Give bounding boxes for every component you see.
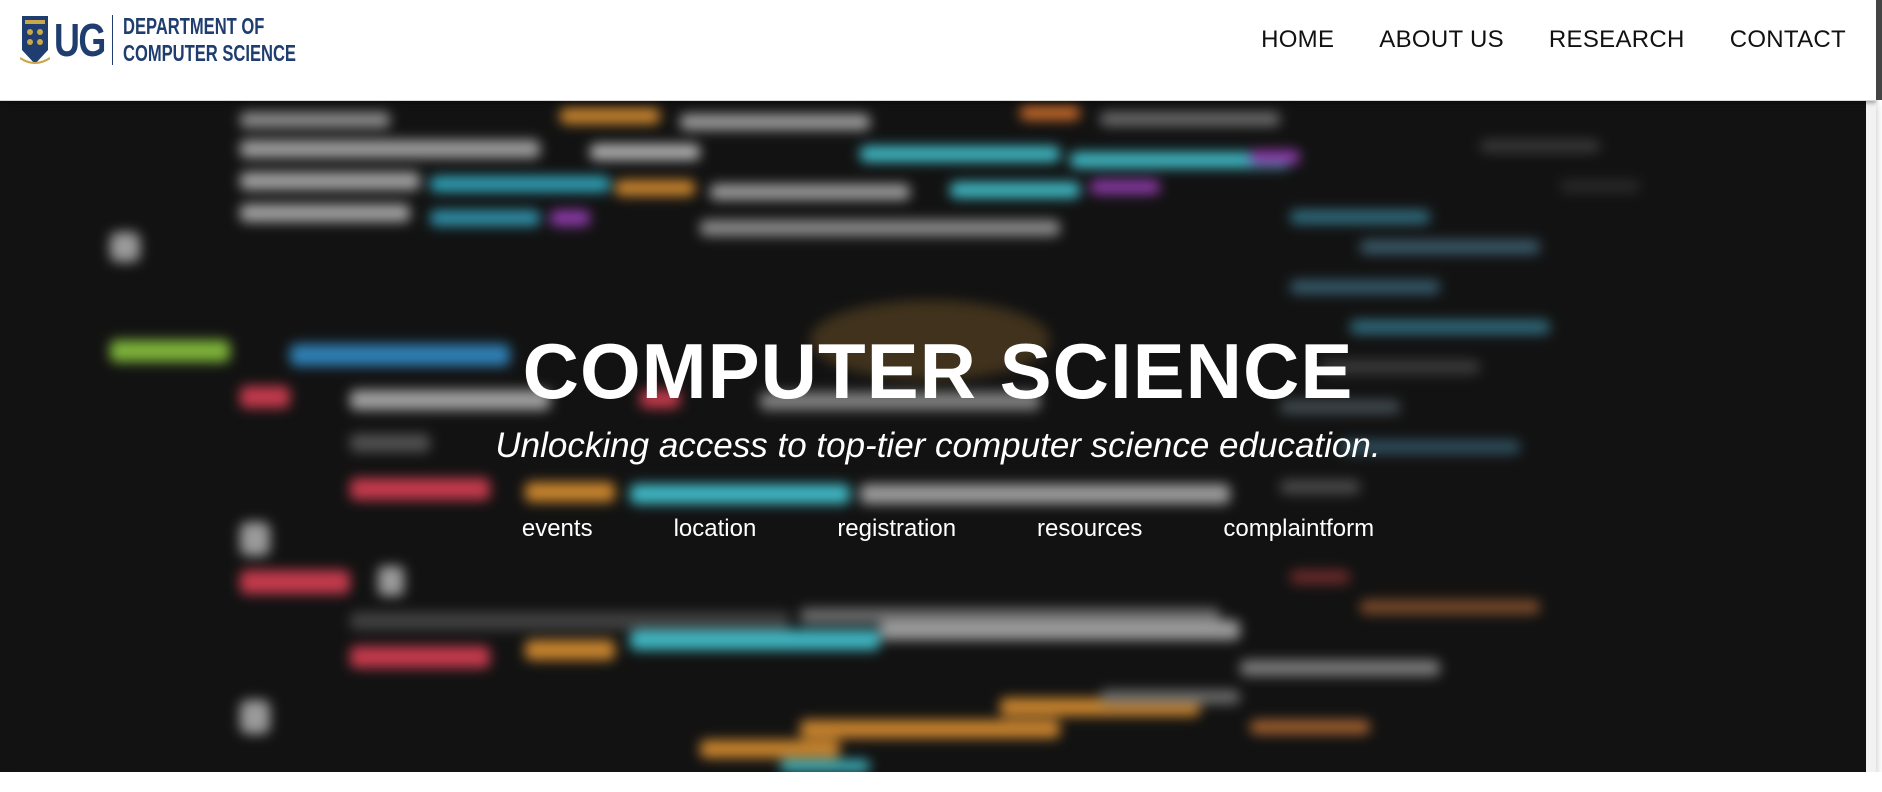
nav-contact[interactable]: CONTACT [1730,26,1846,54]
nav-research[interactable]: RESEARCH [1549,26,1685,54]
logo-abbreviation: UG [54,14,106,66]
logo-divider [112,15,113,65]
nav-about-us[interactable]: ABOUT US [1379,26,1504,54]
logo-line-2: COMPUTER SCIENCE [123,40,296,66]
site-header: UG DEPARTMENT OF COMPUTER SCIENCE HOME A… [0,0,1876,101]
hero-section: COMPUTER SCIENCE Unlocking access to top… [0,100,1876,772]
main-nav: HOME ABOUT US RESEARCH CONTACT [1261,26,1846,54]
hero-link-registration[interactable]: registration [837,515,956,543]
hero-link-complaintform[interactable]: complaintform [1223,515,1374,543]
hero-link-resources[interactable]: resources [1037,515,1142,543]
hero-link-location[interactable]: location [674,515,757,543]
logo-line-1: DEPARTMENT OF [123,13,265,39]
nav-home[interactable]: HOME [1261,26,1334,54]
page: UG DEPARTMENT OF COMPUTER SCIENCE HOME A… [0,0,1882,792]
logo-department-name: DEPARTMENT OF COMPUTER SCIENCE [123,13,296,67]
university-crest-icon [20,16,50,64]
hero-content: COMPUTER SCIENCE Unlocking access to top… [0,100,1876,772]
hero-link-events[interactable]: events [522,515,593,543]
hero-subtitle: Unlocking access to top-tier computer sc… [495,426,1381,465]
page-bottom [0,772,1882,792]
hero-title: COMPUTER SCIENCE [522,327,1354,415]
hero-links: events location registration resources c… [0,515,1876,543]
page-scrollbar[interactable] [1876,0,1882,100]
site-logo[interactable]: UG DEPARTMENT OF COMPUTER SCIENCE [20,12,363,68]
